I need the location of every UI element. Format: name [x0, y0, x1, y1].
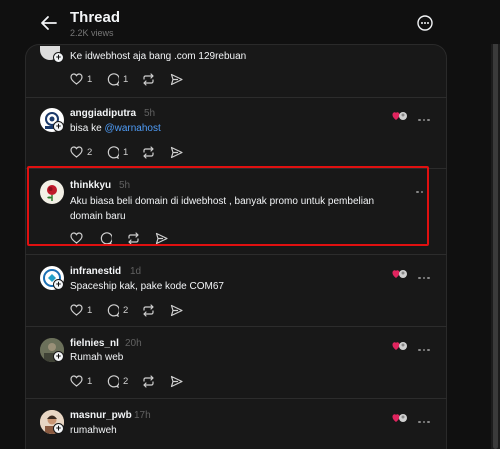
comment-icon — [107, 303, 119, 317]
username[interactable]: fielnies_nl — [70, 338, 119, 349]
like-button[interactable] — [70, 231, 83, 245]
liked-badge-icon[interactable] — [392, 266, 408, 278]
repost-button[interactable] — [142, 374, 155, 388]
send-icon — [170, 304, 183, 316]
like-button[interactable]: 2 — [70, 145, 92, 159]
reply-count: 1 — [123, 73, 129, 85]
view-count: 2.2K views — [70, 28, 114, 38]
timestamp: 5h — [119, 180, 131, 191]
post-text: bisa ke @warnahost — [70, 121, 161, 136]
heart-icon — [70, 232, 83, 244]
divider — [25, 254, 447, 255]
follow-plus-icon[interactable]: + — [53, 279, 64, 290]
post-text: rumahweh — [70, 425, 117, 436]
follow-plus-icon[interactable]: + — [53, 52, 64, 63]
top-bar: Thread 2.2K views — [0, 0, 500, 44]
repost-icon — [143, 145, 154, 159]
page-title: Thread — [70, 9, 121, 26]
post-menu-icon[interactable] — [416, 180, 432, 193]
post-menu-icon[interactable] — [418, 410, 434, 423]
scrollbar-thumb[interactable] — [493, 0, 498, 449]
username[interactable]: thinkkyu — [70, 180, 111, 191]
repost-button[interactable] — [142, 72, 155, 86]
divider — [25, 97, 447, 98]
divider — [25, 168, 447, 169]
thread-panel — [25, 44, 447, 449]
reply-button[interactable]: 1 — [106, 72, 128, 86]
reply-button[interactable]: 2 — [106, 374, 128, 388]
reply-count: 2 — [123, 304, 129, 316]
repost-icon — [143, 374, 154, 388]
reply-button[interactable]: 2 — [106, 303, 128, 317]
post-text-prefix: bisa ke — [70, 123, 105, 134]
post-text: Spaceship kak, pake kode COM67 — [70, 281, 224, 292]
reply-count: 1 — [123, 146, 129, 158]
follow-plus-icon[interactable]: + — [53, 351, 64, 362]
like-button[interactable]: 1 — [70, 374, 92, 388]
comment-icon — [107, 72, 119, 86]
liked-badge-icon[interactable] — [392, 410, 408, 422]
like-count: 1 — [87, 375, 93, 387]
reply-button[interactable]: 1 — [106, 145, 128, 159]
share-button[interactable] — [170, 374, 183, 388]
divider — [25, 398, 447, 399]
repost-icon — [143, 72, 154, 86]
share-button[interactable] — [170, 72, 183, 86]
heart-icon — [70, 146, 83, 158]
username[interactable]: masnur_pwb — [70, 410, 132, 421]
timestamp: 5h — [144, 108, 156, 119]
follow-plus-icon[interactable]: + — [53, 423, 64, 434]
comment-icon — [107, 145, 119, 159]
comment-icon — [107, 374, 119, 388]
heart-icon — [70, 73, 83, 85]
like-count: 2 — [87, 146, 93, 158]
heart-icon — [70, 304, 83, 316]
username[interactable]: infranestid — [70, 266, 121, 277]
repost-button[interactable] — [142, 303, 155, 317]
post-text: Ke idwebhost aja bang .com 129rebuan — [70, 51, 247, 62]
liked-badge-icon[interactable] — [392, 338, 408, 350]
post-text: Rumah web — [70, 352, 124, 363]
like-button[interactable]: 1 — [70, 303, 92, 317]
send-icon — [170, 375, 183, 387]
divider — [25, 326, 447, 327]
send-icon — [155, 232, 168, 244]
like-button[interactable]: 1 — [70, 72, 92, 86]
post-text: Aku biasa beli domain di idwebhost , ban… — [70, 196, 375, 222]
timestamp: 20h — [125, 338, 142, 349]
follow-plus-icon[interactable]: + — [53, 121, 64, 132]
mention-link[interactable]: @warnahost — [104, 123, 160, 134]
back-arrow-icon[interactable] — [38, 12, 60, 34]
more-options-icon[interactable] — [416, 14, 434, 32]
share-button[interactable] — [155, 231, 168, 245]
send-icon — [170, 73, 183, 85]
username[interactable]: anggiadiputra — [70, 108, 136, 119]
liked-badge-icon[interactable] — [392, 108, 408, 120]
share-button[interactable] — [170, 145, 183, 159]
reply-button[interactable] — [99, 231, 112, 245]
repost-button[interactable] — [127, 231, 140, 245]
like-count: 1 — [87, 304, 93, 316]
timestamp: 17h — [134, 410, 151, 421]
comment-icon — [100, 231, 112, 245]
repost-icon — [128, 231, 139, 245]
repost-icon — [143, 303, 154, 317]
timestamp: 1d — [130, 266, 142, 277]
heart-icon — [70, 375, 83, 387]
post-menu-icon[interactable] — [418, 338, 434, 351]
post-menu-icon[interactable] — [418, 266, 434, 279]
post-menu-icon[interactable] — [418, 108, 434, 121]
scrollbar[interactable] — [491, 0, 500, 449]
like-count: 1 — [87, 73, 93, 85]
repost-button[interactable] — [142, 145, 155, 159]
send-icon — [170, 146, 183, 158]
reply-count: 2 — [123, 375, 129, 387]
share-button[interactable] — [170, 303, 183, 317]
rose-avatar-icon[interactable] — [40, 180, 64, 204]
